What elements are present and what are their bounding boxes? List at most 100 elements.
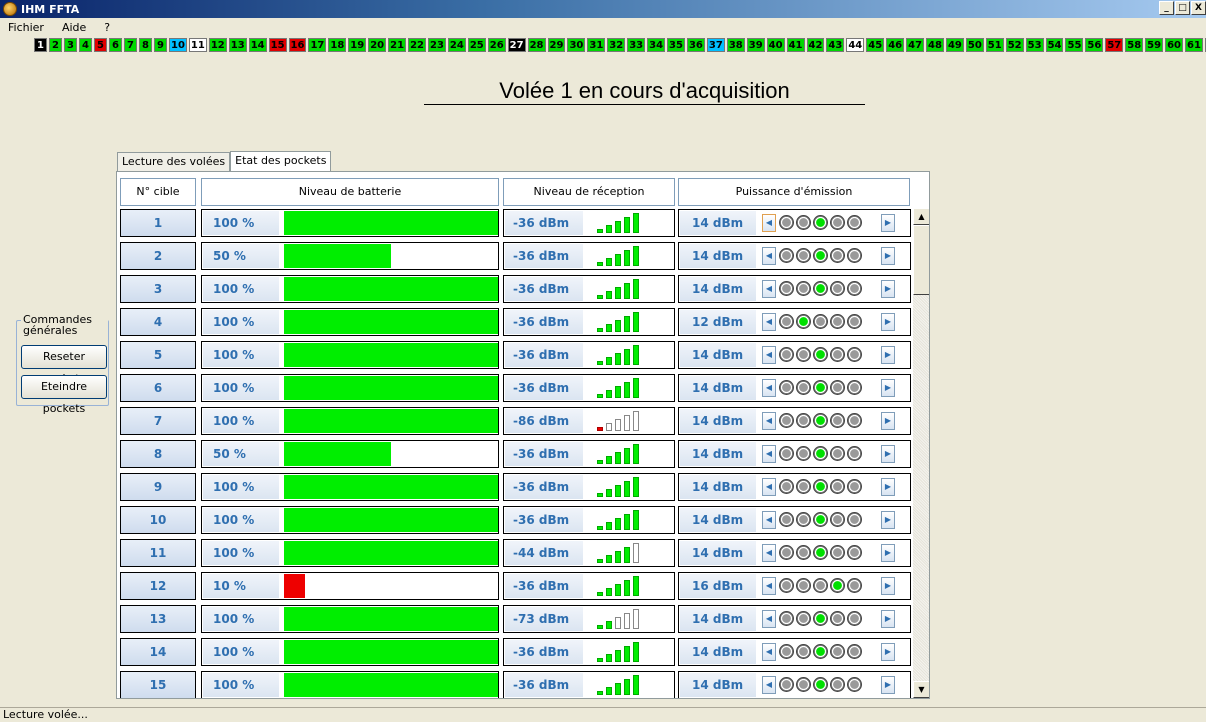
power-level-dot[interactable] xyxy=(779,380,794,395)
target-57[interactable]: 57 xyxy=(1105,38,1124,52)
power-level-dot[interactable] xyxy=(847,248,862,263)
power-level-dot[interactable] xyxy=(779,644,794,659)
power-decrease-icon[interactable]: ◀ xyxy=(762,247,776,265)
power-decrease-icon[interactable]: ◀ xyxy=(762,379,776,397)
power-increase-icon[interactable]: ▶ xyxy=(881,379,895,397)
power-level-dot[interactable] xyxy=(796,347,811,362)
power-level-dot[interactable] xyxy=(830,281,845,296)
target-11[interactable]: 11 xyxy=(188,38,207,52)
power-level-dot[interactable] xyxy=(847,446,862,461)
power-level-dot[interactable] xyxy=(796,380,811,395)
target-5[interactable]: 5 xyxy=(94,38,107,52)
target-18[interactable]: 18 xyxy=(328,38,347,52)
target-10[interactable]: 10 xyxy=(169,38,187,52)
scroll-up-icon[interactable]: ▲ xyxy=(913,208,929,225)
target-47[interactable]: 47 xyxy=(906,38,925,52)
power-increase-icon[interactable]: ▶ xyxy=(881,280,895,298)
target-49[interactable]: 49 xyxy=(945,38,964,52)
power-level-dot[interactable] xyxy=(779,413,794,428)
target-32[interactable]: 32 xyxy=(607,38,626,52)
target-39[interactable]: 39 xyxy=(746,38,765,52)
power-level-dot[interactable] xyxy=(847,314,862,329)
power-level-dot[interactable] xyxy=(813,644,828,659)
target-46[interactable]: 46 xyxy=(886,38,905,52)
target-1[interactable]: 1 xyxy=(34,38,47,52)
target-34[interactable]: 34 xyxy=(647,38,666,52)
power-increase-icon[interactable]: ▶ xyxy=(881,412,895,430)
minimize-button[interactable]: _ xyxy=(1159,1,1174,15)
target-37[interactable]: 37 xyxy=(706,38,725,52)
target-59[interactable]: 59 xyxy=(1145,38,1164,52)
power-level-dot[interactable] xyxy=(796,545,811,560)
target-14[interactable]: 14 xyxy=(248,38,267,52)
power-level-dot[interactable] xyxy=(847,512,862,527)
target-17[interactable]: 17 xyxy=(308,38,327,52)
target-52[interactable]: 52 xyxy=(1005,38,1024,52)
target-28[interactable]: 28 xyxy=(527,38,546,52)
target-61[interactable]: 61 xyxy=(1185,38,1203,52)
target-55[interactable]: 55 xyxy=(1065,38,1084,52)
power-decrease-icon[interactable]: ◀ xyxy=(762,214,776,232)
power-decrease-icon[interactable]: ◀ xyxy=(762,313,776,331)
target-8[interactable]: 8 xyxy=(139,38,152,52)
power-increase-icon[interactable]: ▶ xyxy=(881,214,895,232)
power-level-dot[interactable] xyxy=(847,413,862,428)
power-level-dot[interactable] xyxy=(779,545,794,560)
power-decrease-icon[interactable]: ◀ xyxy=(762,346,776,364)
target-45[interactable]: 45 xyxy=(866,38,885,52)
target-26[interactable]: 26 xyxy=(487,38,506,52)
power-decrease-icon[interactable]: ◀ xyxy=(762,478,776,496)
power-level-dot[interactable] xyxy=(779,446,794,461)
power-level-dot[interactable] xyxy=(813,512,828,527)
power-level-dot[interactable] xyxy=(830,611,845,626)
power-level-dot[interactable] xyxy=(779,611,794,626)
maximize-button[interactable]: □ xyxy=(1175,1,1190,15)
menu-aide[interactable]: Aide xyxy=(62,21,96,34)
power-level-dot[interactable] xyxy=(847,281,862,296)
tab-lecture-volees[interactable]: Lecture des volées xyxy=(117,152,231,172)
target-9[interactable]: 9 xyxy=(154,38,167,52)
target-24[interactable]: 24 xyxy=(447,38,466,52)
target-40[interactable]: 40 xyxy=(766,38,785,52)
power-level-dot[interactable] xyxy=(796,248,811,263)
power-level-dot[interactable] xyxy=(796,413,811,428)
power-level-dot[interactable] xyxy=(796,215,811,230)
power-increase-icon[interactable]: ▶ xyxy=(881,610,895,628)
power-level-dot[interactable] xyxy=(847,347,862,362)
power-level-dot[interactable] xyxy=(813,677,828,692)
power-level-dot[interactable] xyxy=(830,644,845,659)
power-level-dot[interactable] xyxy=(813,479,828,494)
power-level-dot[interactable] xyxy=(847,215,862,230)
power-decrease-icon[interactable]: ◀ xyxy=(762,577,776,595)
target-31[interactable]: 31 xyxy=(587,38,606,52)
target-58[interactable]: 58 xyxy=(1125,38,1144,52)
power-level-dot[interactable] xyxy=(796,512,811,527)
power-level-dot[interactable] xyxy=(847,479,862,494)
target-44[interactable]: 44 xyxy=(846,38,865,52)
target-2[interactable]: 2 xyxy=(49,38,62,52)
power-level-dot[interactable] xyxy=(847,611,862,626)
power-level-dot[interactable] xyxy=(847,644,862,659)
target-21[interactable]: 21 xyxy=(388,38,407,52)
power-decrease-icon[interactable]: ◀ xyxy=(762,610,776,628)
power-level-dot[interactable] xyxy=(779,479,794,494)
target-42[interactable]: 42 xyxy=(806,38,825,52)
power-decrease-icon[interactable]: ◀ xyxy=(762,412,776,430)
tab-etat-pockets[interactable]: Etat des pockets xyxy=(230,151,332,173)
target-41[interactable]: 41 xyxy=(786,38,805,52)
power-level-dot[interactable] xyxy=(779,512,794,527)
power-level-dot[interactable] xyxy=(796,314,811,329)
target-29[interactable]: 29 xyxy=(547,38,566,52)
power-level-dot[interactable] xyxy=(796,677,811,692)
power-level-dot[interactable] xyxy=(847,545,862,560)
target-22[interactable]: 22 xyxy=(408,38,426,52)
reset-pockets-button[interactable]: Reseter pockets xyxy=(21,345,107,385)
power-level-dot[interactable] xyxy=(796,446,811,461)
power-decrease-icon[interactable]: ◀ xyxy=(762,676,776,694)
power-level-dot[interactable] xyxy=(830,512,845,527)
power-level-dot[interactable] xyxy=(796,578,811,593)
power-decrease-icon[interactable]: ◀ xyxy=(762,643,776,661)
power-level-dot[interactable] xyxy=(830,380,845,395)
target-33[interactable]: 33 xyxy=(627,38,646,52)
power-level-dot[interactable] xyxy=(830,347,845,362)
